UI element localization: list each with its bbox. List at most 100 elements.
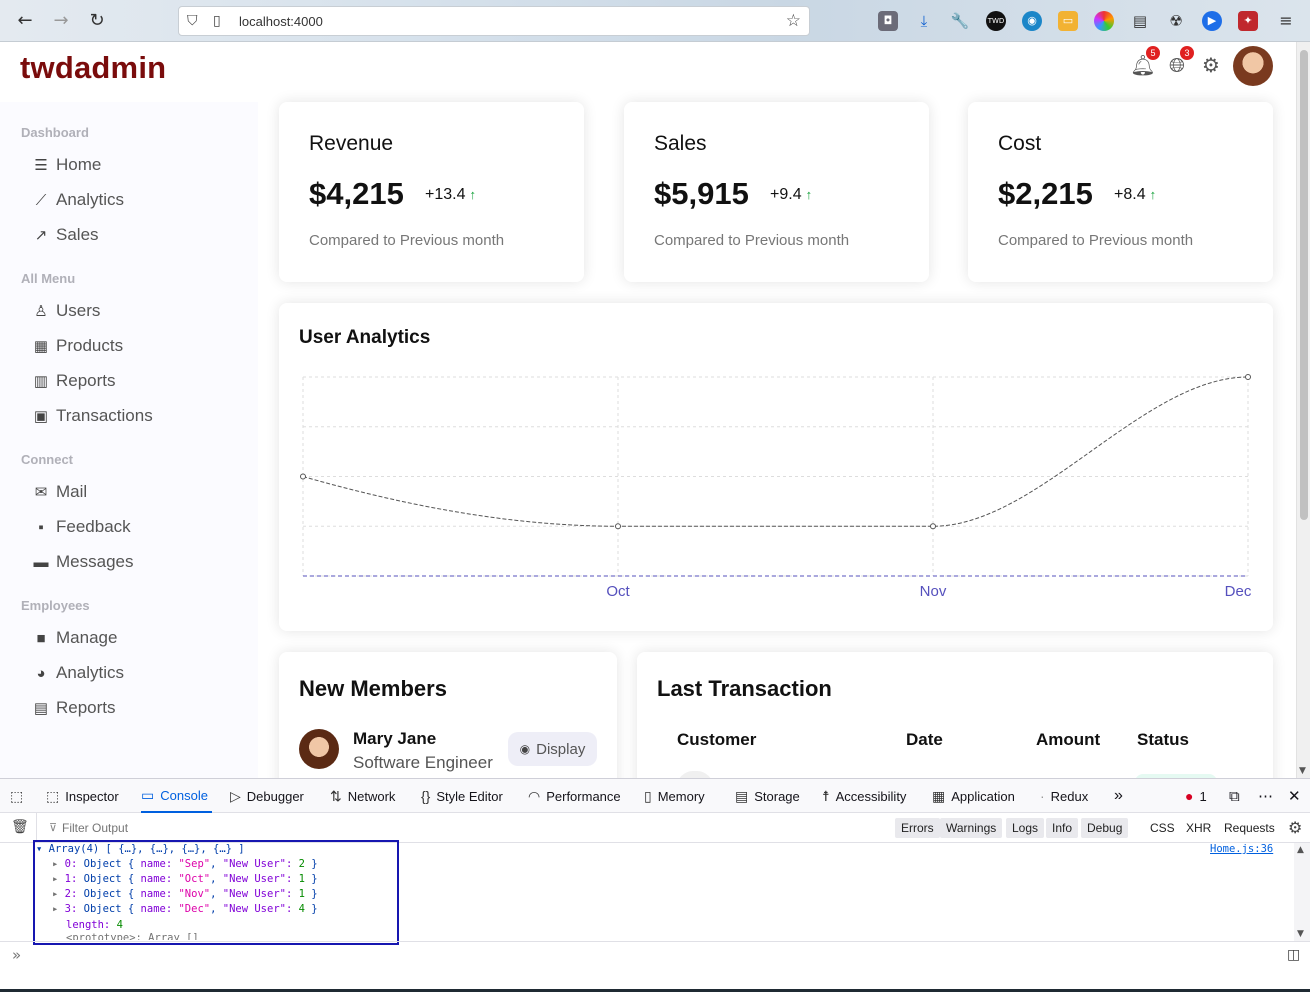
arrow-up-icon: ↑ (469, 187, 476, 202)
sidebar-item-users[interactable]: ♙ Users (30, 298, 100, 324)
sidebar-item-messages[interactable]: ▬ Messages (30, 549, 134, 575)
x-tick-label: Oct (606, 583, 630, 600)
sidebar-item-manage[interactable]: ■ Manage (30, 625, 117, 651)
tab-accessibility[interactable]: ☨ Accessibility (822, 779, 906, 813)
tab-redux[interactable]: · Redux (1040, 779, 1088, 813)
sidebar-item-employee-reports[interactable]: ▤ Reports (30, 695, 116, 721)
tab-console[interactable]: ▭ Console (141, 779, 212, 813)
split-console-icon[interactable]: ◫ (1287, 947, 1300, 963)
screen-extension-icon[interactable]: ▭ (1058, 11, 1078, 31)
storage-icon: ▤ (735, 787, 749, 804)
twd-extension-icon[interactable]: TWD (986, 11, 1006, 31)
sidebar-item-reports[interactable]: ▥ Reports (30, 368, 116, 394)
filter-xhr[interactable]: XHR (1180, 818, 1217, 838)
filter-css[interactable]: CSS (1144, 818, 1181, 838)
reload-icon[interactable]: ↻ (86, 10, 108, 32)
shield-icon[interactable]: ⛉ (187, 13, 198, 29)
settings-icon[interactable]: ⚙ (1198, 52, 1224, 78)
color-picker-icon[interactable] (1094, 11, 1114, 31)
kpi-subtitle: Compared to Previous month (309, 232, 505, 249)
error-counter[interactable]: ● 1 (1185, 779, 1207, 813)
sidebar-item-mail[interactable]: ✉ Mail (30, 479, 87, 505)
forward-icon[interactable]: → (50, 10, 72, 32)
sidebar-item-analytics[interactable]: ⟋ Analytics (30, 187, 124, 213)
menu-icon[interactable]: ≡ (1276, 11, 1296, 31)
more-tabs-icon[interactable]: » (1114, 779, 1123, 813)
tab-label: Inspector (65, 788, 119, 804)
url-text[interactable]: localhost:4000 (239, 14, 323, 29)
bar-chart-icon: ▥ (33, 373, 49, 390)
sidebar-item-feedback[interactable]: ▪ Feedback (30, 514, 130, 540)
page-scrollbar-thumb[interactable] (1300, 50, 1308, 520)
pocket-icon[interactable]: ◘ (878, 11, 898, 31)
tab-performance[interactable]: ◠ Performance (528, 779, 621, 813)
language-icon[interactable]: 🌐︎ 3 (1164, 46, 1194, 78)
line-style-icon: ☰ (34, 157, 48, 174)
source-link[interactable]: Home.js:36 (1210, 843, 1273, 858)
filter-debug[interactable]: Debug (1081, 818, 1129, 838)
address-bar[interactable]: ⛉ ▯ localhost:4000 ☆ (178, 6, 810, 36)
notifications-icon[interactable]: 🔔︎ 5 (1130, 46, 1160, 78)
console-filter-bar: 🗑︎ ⊽ Errors Warnings Logs Info Debug CSS… (0, 813, 1310, 843)
bookmark-star-icon[interactable]: ☆ (786, 11, 801, 31)
sidebar-item-label: Mail (56, 482, 88, 501)
filter-logs[interactable]: Logs (1006, 818, 1045, 838)
sidebar-item-products[interactable]: ▦ Products (30, 333, 123, 359)
react-hook-icon[interactable]: ☢ (1166, 11, 1186, 31)
work-icon: ■ (36, 629, 46, 647)
sidebar-item-employee-analytics[interactable]: ◕ Analytics (30, 660, 124, 686)
sidebar-item-home[interactable]: ☰ Home (30, 152, 101, 178)
sidebar-item-label: Messages (56, 552, 134, 571)
console-scrollbar[interactable]: ▲ ▼ (1294, 843, 1310, 941)
highlight-box (33, 840, 399, 945)
tab-application[interactable]: ▦ Application (932, 779, 1015, 813)
dock-icon[interactable]: ⧉ (1229, 779, 1240, 813)
tab-inspector[interactable]: ⬚ Inspector (46, 779, 119, 813)
back-icon[interactable]: ← (14, 10, 36, 32)
pick-element-icon[interactable]: ⬚ (10, 779, 29, 813)
filter-info[interactable]: Info (1046, 818, 1079, 838)
sidebar-section-connect: Connect (21, 452, 73, 467)
console-input[interactable]: » ◫ (0, 941, 1310, 969)
notes-icon[interactable]: ▤ (1130, 11, 1150, 31)
filter-errors[interactable]: Errors (895, 818, 940, 838)
tab-memory[interactable]: ▯ Memory (644, 779, 705, 813)
close-icon[interactable]: ✕ (1288, 779, 1301, 813)
brand-logo[interactable]: twdadmin (20, 50, 166, 86)
tab-storage[interactable]: ▤ Storage (735, 779, 800, 813)
scroll-up-icon[interactable]: ▲ (1297, 845, 1304, 855)
figma-extension-icon[interactable]: ✦ (1238, 11, 1258, 31)
globe-extension-icon[interactable]: ◉ (1022, 11, 1042, 31)
devtools-tabbar: ⬚ ⬚ Inspector ▭ Console ▷ Debugger ⇅ Network… (0, 779, 1310, 813)
avatar[interactable] (1233, 46, 1273, 86)
filter-warnings[interactable]: Warnings (940, 818, 1003, 838)
display-button[interactable]: ◉ Display (508, 732, 597, 766)
console-settings-icon[interactable]: ⚙ (1288, 818, 1302, 837)
play-extension-icon[interactable]: ▶ (1202, 11, 1222, 31)
filter-icon: ⊽ (49, 821, 58, 834)
scroll-down-icon[interactable]: ▼ (1299, 766, 1306, 776)
sidebar-item-transactions[interactable]: ▣ Transactions (30, 403, 153, 429)
page-scrollbar[interactable]: ▼ (1296, 42, 1310, 778)
filter-output-input[interactable] (62, 819, 362, 837)
kpi-title: Revenue (309, 132, 394, 155)
filter-requests[interactable]: Requests (1218, 818, 1281, 838)
error-count: 1 (1199, 788, 1207, 804)
tab-style-editor[interactable]: {} Style Editor (421, 779, 503, 813)
tab-label: Console (160, 787, 208, 803)
wrench-icon[interactable]: 🔧 (950, 11, 970, 31)
page-icon: ▯ (213, 13, 221, 29)
more-options-icon[interactable]: ⋯ (1258, 779, 1273, 813)
tab-network[interactable]: ⇅ Network (330, 779, 395, 813)
data-point (1245, 374, 1251, 380)
trash-icon[interactable]: 🗑︎ (11, 819, 29, 835)
kpi-value: $2,215 (998, 176, 1093, 211)
sidebar-item-sales[interactable]: ↗ Sales (30, 222, 99, 248)
scroll-down-icon[interactable]: ▼ (1297, 929, 1304, 939)
storefront-icon: ▦ (33, 338, 49, 355)
download-icon[interactable]: ⤓ (914, 11, 934, 31)
sidebar: Dashboard ☰ Home ⟋ Analytics ↗ Sales All Me… (0, 102, 258, 778)
new-members-card: New Members Mary Jane Software Engineer … (279, 652, 617, 778)
data-point (930, 523, 936, 530)
tab-debugger[interactable]: ▷ Debugger (230, 779, 304, 813)
